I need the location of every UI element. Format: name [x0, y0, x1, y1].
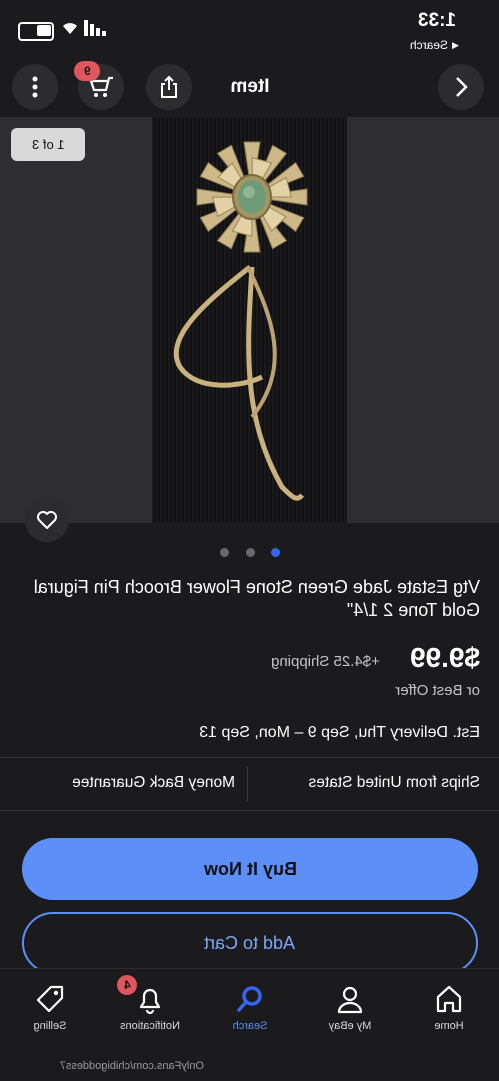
page-title: Item [230, 76, 270, 97]
wifi-icon [60, 18, 80, 41]
nav-search[interactable]: Search [200, 975, 300, 1065]
price: $9.99 [409, 642, 480, 673]
gallery-right-panel [347, 117, 499, 523]
image-counter: 1 of 3 [11, 128, 85, 161]
search-icon [237, 986, 262, 1012]
status-time: 1:33 [417, 10, 457, 31]
back-button[interactable] [438, 64, 484, 110]
share-icon [161, 75, 177, 98]
notifications-badge: 4 [117, 975, 137, 995]
more-vertical-icon [32, 76, 38, 98]
nav-selling[interactable]: Selling [0, 975, 100, 1065]
nav-home[interactable]: Home [399, 975, 499, 1065]
best-offer: or Best Offer [395, 682, 480, 699]
heart-icon [37, 511, 57, 529]
gallery-left-panel [0, 117, 152, 523]
watch-button[interactable] [25, 498, 69, 542]
chevron-right-icon [456, 77, 468, 97]
info-divider [247, 766, 248, 802]
signal-icon [84, 20, 110, 41]
listing-title: Vtg Estate Jade Green Stone Flower Brooc… [33, 577, 480, 620]
price-row: $9.99 +$4.25 Shipping [10, 642, 480, 676]
item-photo[interactable] [152, 117, 347, 523]
more-options-button[interactable] [12, 64, 58, 110]
cart-count-badge: 9 [74, 61, 100, 81]
ships-from: Ships from United States [308, 774, 480, 791]
nav-notifications[interactable]: 4 Notifications [100, 975, 200, 1065]
buy-it-now-button[interactable]: Buy It Now [22, 838, 478, 900]
carousel-dot-active [271, 548, 280, 557]
estimated-delivery: Est. Delivery Thu, Sep 9 – Mon, Sep 13 [199, 724, 480, 741]
home-icon [436, 985, 462, 1013]
back-app-label: Search [410, 38, 449, 52]
bell-icon [139, 988, 161, 1015]
tag-icon [36, 985, 64, 1013]
add-to-cart-button[interactable]: Add to Cart [22, 912, 478, 974]
back-to-app[interactable]: Search ▶ [410, 37, 490, 53]
back-triangle-icon: ▶ [452, 39, 459, 50]
nav-my-ebay[interactable]: My eBay [300, 975, 400, 1065]
carousel-dot [220, 548, 229, 557]
carousel-dot [245, 548, 255, 557]
divider [0, 810, 499, 811]
share-button[interactable] [146, 64, 192, 110]
status-bar: 1:33 Search ▶ [0, 0, 499, 58]
battery-icon [18, 22, 54, 41]
person-icon [337, 986, 363, 1014]
watermark: OnlyFans.com/chibigoddess7 [59, 1060, 204, 1072]
money-back-guarantee: Money Back Guarantee [72, 774, 235, 791]
divider [0, 757, 499, 758]
shipping-cost: +$4.25 Shipping [271, 653, 380, 670]
carousel-dots [220, 548, 280, 558]
